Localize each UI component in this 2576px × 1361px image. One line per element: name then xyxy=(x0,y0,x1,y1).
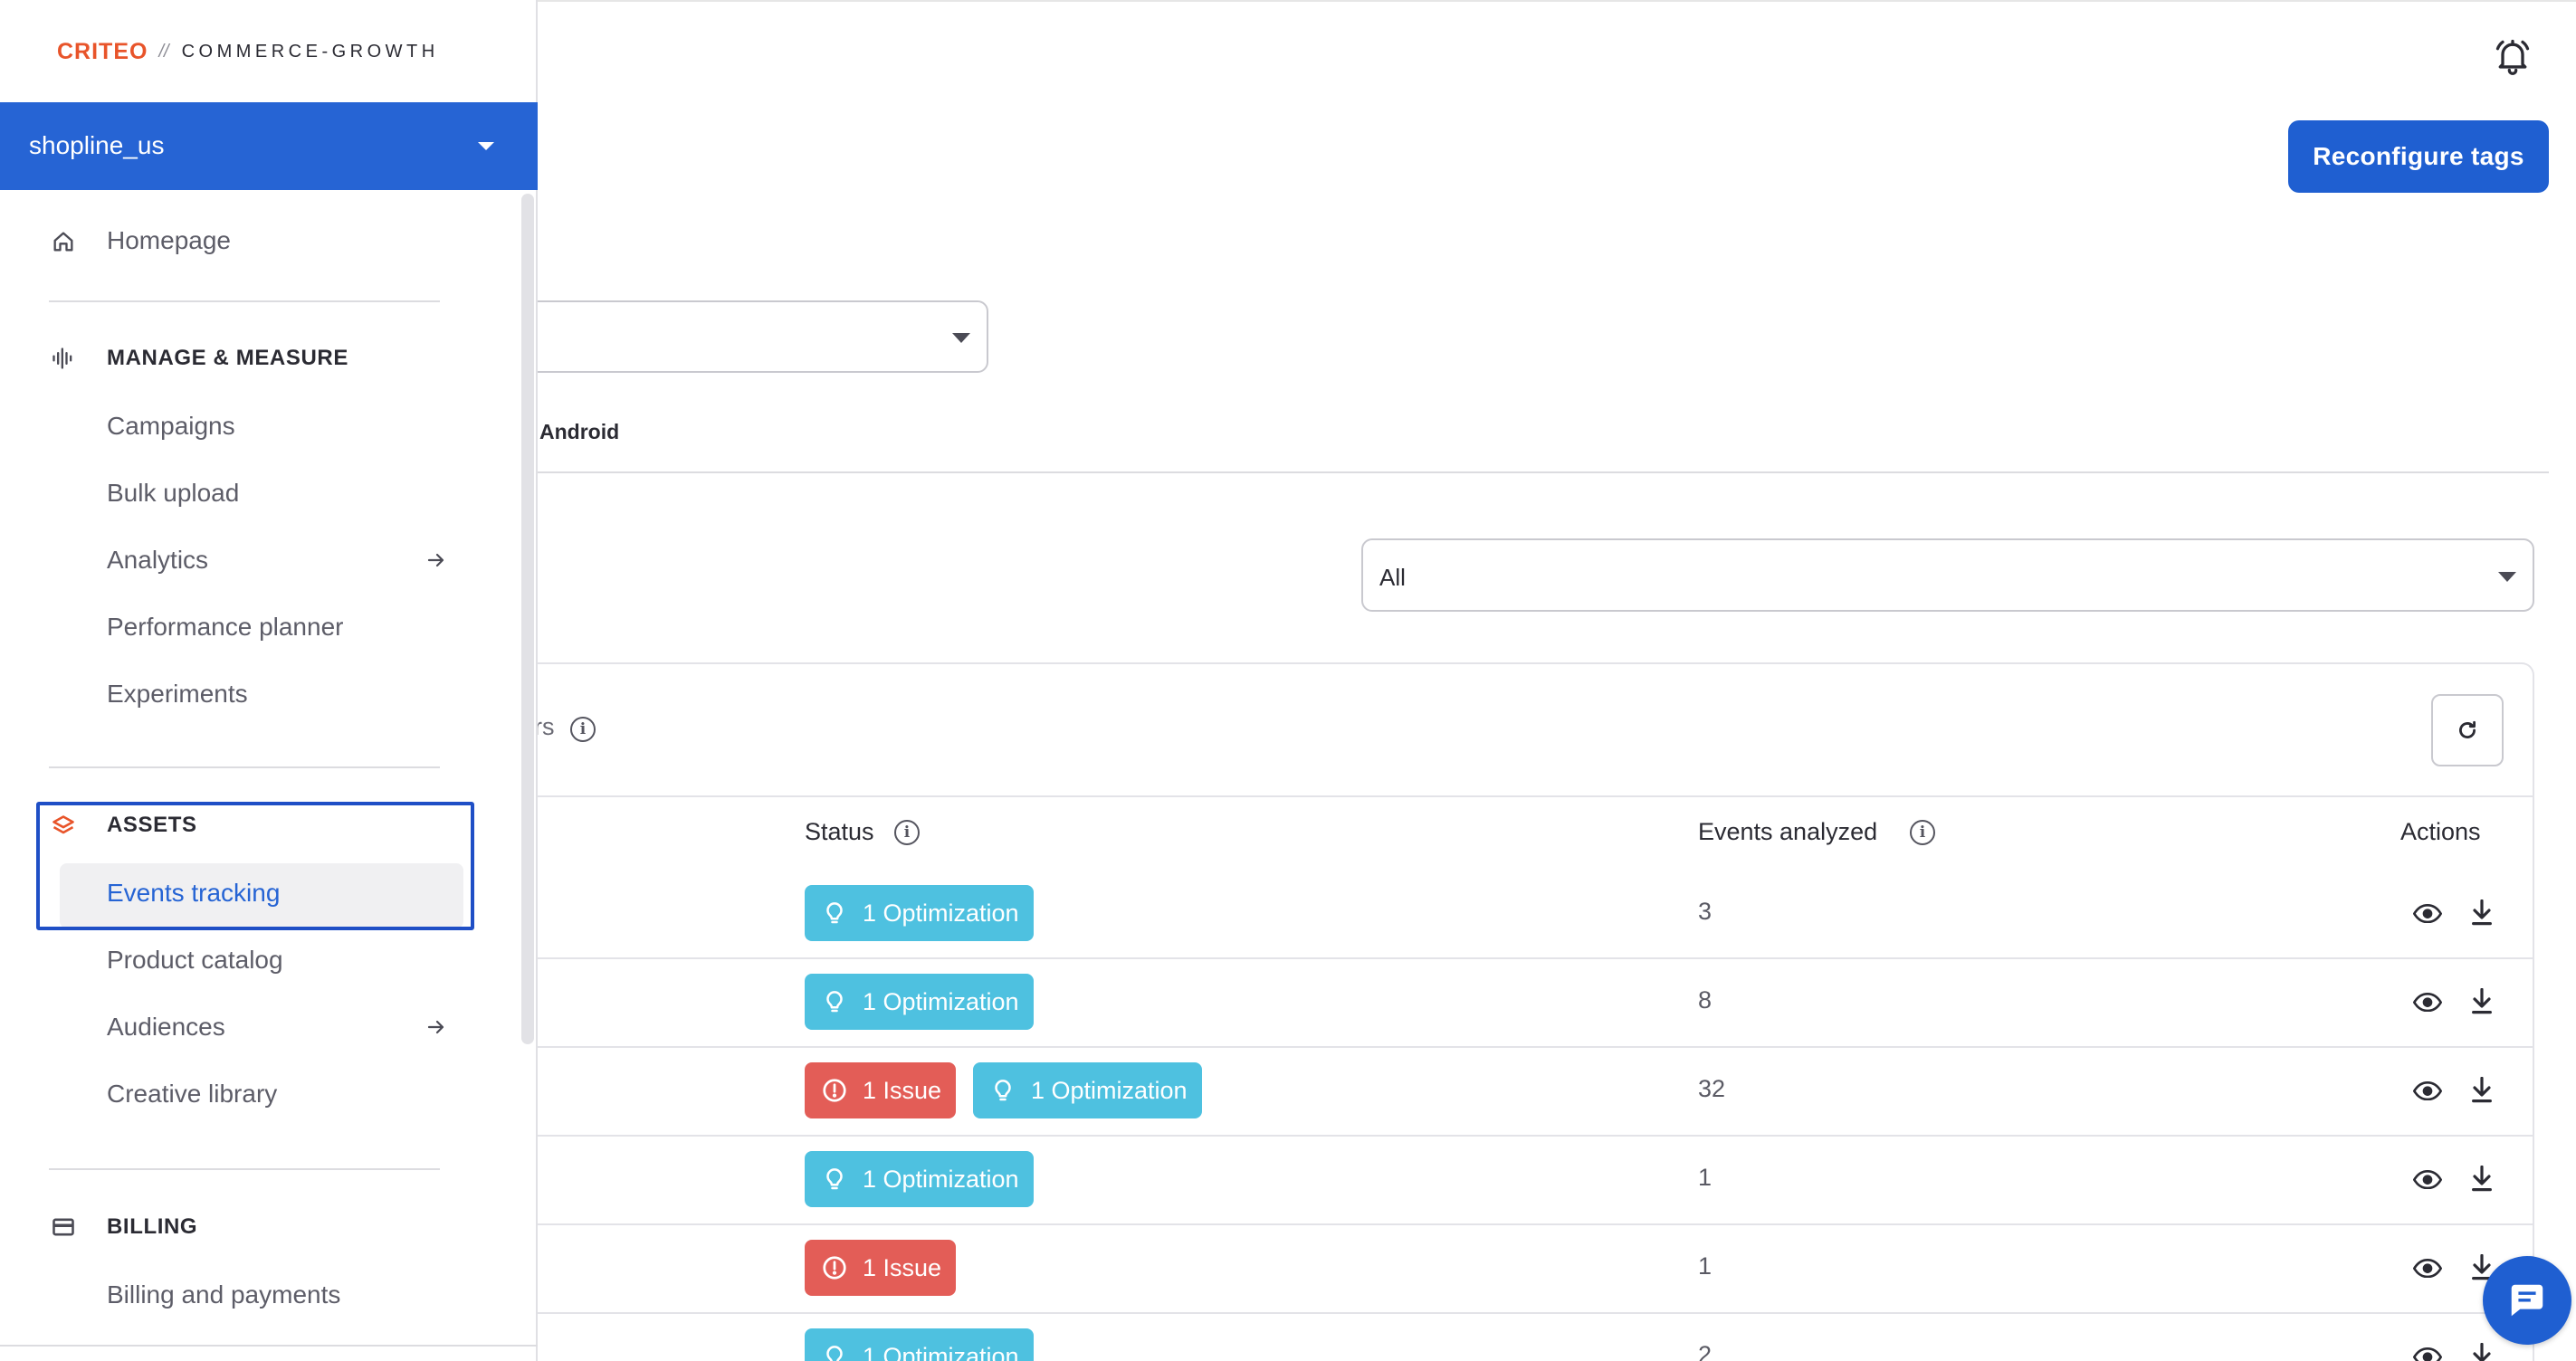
optimization-badge[interactable]: 1 Optimization xyxy=(973,1062,1202,1118)
refresh-icon xyxy=(2459,720,2476,738)
lightbulb-icon xyxy=(826,902,843,924)
row-divider xyxy=(507,1135,2534,1137)
reconfigure-tags-button[interactable]: Reconfigure tags xyxy=(2288,120,2549,193)
lightbulb-icon xyxy=(826,1346,843,1361)
arrow-right-icon xyxy=(427,1020,444,1034)
view-icon[interactable] xyxy=(2412,1347,2443,1361)
sidebar-item-billing-payments[interactable]: Billing and payments xyxy=(107,1280,340,1309)
column-header-status: Status xyxy=(805,818,874,845)
optimization-badge[interactable]: 1 Optimization xyxy=(805,885,1034,941)
badge-label: 1 Optimization xyxy=(1031,1076,1188,1104)
events-analyzed-value: 8 xyxy=(1698,986,1713,1014)
optimization-badge[interactable]: 1 Optimization xyxy=(805,1328,1034,1361)
sidebar-item-analytics[interactable]: Analytics xyxy=(107,546,208,575)
sidebar-divider xyxy=(49,766,440,768)
row-divider xyxy=(507,1223,2534,1225)
waveform-icon xyxy=(52,347,72,369)
row-divider xyxy=(507,1312,2534,1314)
alert-icon xyxy=(823,1256,846,1280)
tab-android[interactable]: Android xyxy=(539,420,619,444)
refresh-button[interactable] xyxy=(2431,694,2504,766)
chevron-down-icon xyxy=(952,333,970,343)
logo-separator: // xyxy=(158,42,169,62)
view-icon[interactable] xyxy=(2412,1170,2443,1190)
status-filter-value: All xyxy=(1379,564,1406,591)
events-analyzed-value: 1 xyxy=(1698,1164,1713,1191)
source-select[interactable] xyxy=(507,300,988,373)
sidebar-item-bulk-upload[interactable]: Bulk upload xyxy=(107,479,239,508)
logo-product: COMMERCE-GROWTH xyxy=(181,42,439,62)
optimization-badge[interactable]: 1 Optimization xyxy=(805,974,1034,1030)
badge-label: 1 Optimization xyxy=(863,987,1019,1015)
alert-icon xyxy=(823,1079,846,1102)
row-divider xyxy=(507,957,2534,959)
badge-label: 1 Issue xyxy=(863,1076,942,1104)
badge-label: 1 Optimization xyxy=(863,1165,1019,1193)
info-icon[interactable]: i xyxy=(570,717,596,742)
home-icon xyxy=(53,232,73,252)
sidebar-item-product-catalog[interactable]: Product catalog xyxy=(107,946,283,975)
sidebar-item-performance-planner[interactable]: Performance planner xyxy=(107,613,343,642)
download-icon[interactable] xyxy=(2471,1165,2493,1192)
download-icon[interactable] xyxy=(2471,899,2493,926)
tabs-divider xyxy=(507,471,2549,473)
lightbulb-icon xyxy=(826,991,843,1013)
download-icon[interactable] xyxy=(2471,1342,2493,1361)
optimization-badge[interactable]: 1 Optimization xyxy=(805,1151,1034,1207)
logo: CRITEO // COMMERCE-GROWTH xyxy=(57,39,439,65)
events-analyzed-value: 32 xyxy=(1698,1075,1726,1102)
account-selector[interactable]: shopline_us xyxy=(0,102,538,190)
sidebar-item-experiments[interactable]: Experiments xyxy=(107,680,248,709)
arrow-right-icon xyxy=(427,553,444,567)
lightbulb-icon xyxy=(995,1080,1011,1101)
column-header-actions: Actions xyxy=(2400,818,2481,845)
sidebar-item-events-tracking[interactable]: Events tracking xyxy=(107,879,280,908)
credit-card-icon xyxy=(52,1218,74,1236)
download-icon[interactable] xyxy=(2471,987,2493,1014)
table-header-divider xyxy=(507,795,2534,797)
section-title-assets: ASSETS xyxy=(107,813,197,837)
issue-badge[interactable]: 1 Issue xyxy=(805,1062,957,1118)
sidebar-bottom-divider xyxy=(0,1345,538,1347)
chat-button[interactable] xyxy=(2483,1256,2571,1345)
badge-label: 1 Optimization xyxy=(863,1342,1019,1361)
view-icon[interactable] xyxy=(2412,1081,2443,1101)
sidebar-divider xyxy=(49,300,440,302)
section-title-billing: BILLING xyxy=(107,1214,198,1239)
row-divider xyxy=(507,1046,2534,1048)
section-title-manage-measure: MANAGE & MEASURE xyxy=(107,346,348,370)
chat-icon xyxy=(2511,1284,2543,1317)
events-analyzed-value: 2 xyxy=(1698,1341,1713,1361)
sidebar-divider xyxy=(49,1168,440,1170)
layers-icon xyxy=(52,815,74,834)
events-analyzed-value: 3 xyxy=(1698,898,1713,925)
sidebar-item-homepage[interactable]: Homepage xyxy=(107,226,231,255)
download-icon[interactable] xyxy=(2471,1076,2493,1103)
column-header-events-analyzed: Events analyzed xyxy=(1698,818,1878,845)
view-icon[interactable] xyxy=(2412,904,2443,924)
lightbulb-icon xyxy=(826,1168,843,1190)
sidebar: CRITEO // COMMERCE-GROWTH shopline_us Ho… xyxy=(0,0,538,1361)
view-icon[interactable] xyxy=(2412,993,2443,1013)
logo-brand: CRITEO xyxy=(57,39,148,64)
view-icon[interactable] xyxy=(2412,1259,2443,1279)
sidebar-item-campaigns[interactable]: Campaigns xyxy=(107,412,235,441)
issue-badge[interactable]: 1 Issue xyxy=(805,1240,957,1296)
account-name: shopline_us xyxy=(29,131,165,159)
sidebar-item-audiences[interactable]: Audiences xyxy=(107,1013,225,1042)
sidebar-item-creative-library[interactable]: Creative library xyxy=(107,1080,277,1109)
events-analyzed-value: 1 xyxy=(1698,1252,1713,1280)
badge-label: 1 Issue xyxy=(863,1253,942,1281)
chevron-down-icon xyxy=(478,142,494,150)
focus-outline xyxy=(36,802,474,930)
chevron-down-icon xyxy=(2498,572,2516,582)
info-icon[interactable]: i xyxy=(894,820,920,845)
badge-label: 1 Optimization xyxy=(863,899,1019,927)
info-icon[interactable]: i xyxy=(1910,820,1935,845)
bell-icon[interactable] xyxy=(2493,36,2533,76)
status-filter-select[interactable]: All xyxy=(1361,538,2534,612)
sidebar-scrollbar[interactable] xyxy=(521,194,534,1044)
